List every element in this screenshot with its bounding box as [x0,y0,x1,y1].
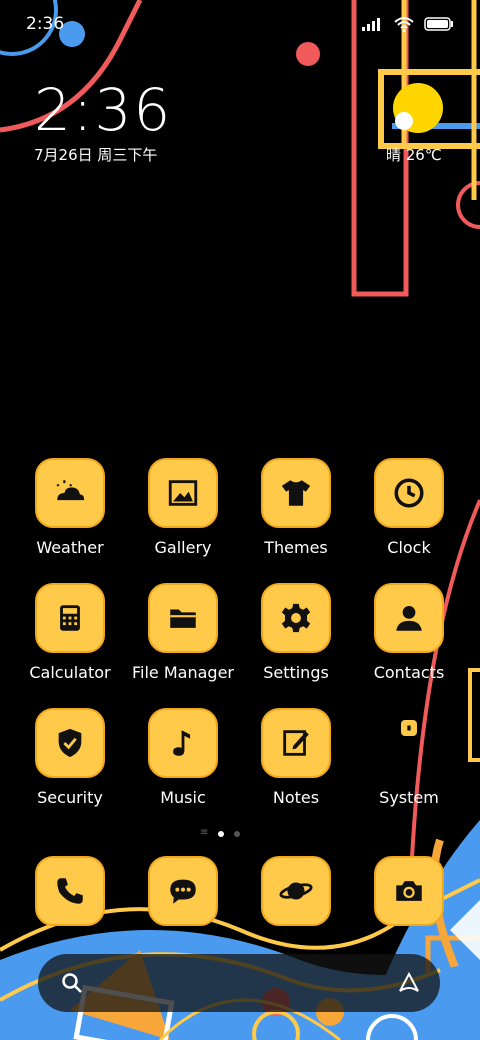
app-tile [35,458,105,528]
app-tile [261,583,331,653]
weather-widget-text: 晴 26℃ [386,146,442,164]
app-tile [35,856,105,926]
status-time: 2:36 [26,14,65,34]
assistant-icon[interactable] [396,971,422,995]
battery-icon [424,17,453,31]
app-file-manager[interactable]: File Manager [127,583,239,682]
contact-icon [396,605,422,631]
app-tile [35,708,105,778]
app-label: Notes [272,788,320,807]
clock-widget-time: 2:36 [34,76,173,144]
app-weather[interactable]: Weather [14,458,126,557]
dock-messages[interactable] [127,856,239,926]
status-icons [362,16,454,32]
app-label: Contacts [373,663,445,682]
clock-widget-date: 7月26日 周三下午 [34,146,158,164]
app-tile [261,708,331,778]
app-security[interactable]: Security [14,708,126,807]
themes-icon [281,480,311,506]
message-icon [170,879,196,904]
wifi-icon [394,17,414,32]
search-bar[interactable] [38,954,440,1012]
notes-icon [283,730,309,756]
calculator-icon [60,605,80,631]
folder-container [374,708,444,778]
app-label: Security [37,788,103,807]
app-tile [148,708,218,778]
folder-mini-icon [401,720,417,736]
app-label: Clock [387,538,431,557]
app-tile [374,583,444,653]
dock-camera[interactable] [353,856,465,926]
app-contacts[interactable]: Contacts [353,583,465,682]
signal-icon [362,18,380,31]
app-label: System [379,788,439,807]
app-label: Weather [36,538,104,557]
app-tile [374,458,444,528]
app-tile [35,583,105,653]
menu-icon: ≡ [200,827,209,838]
shield-icon [58,728,82,758]
app-tile [261,458,331,528]
app-label: File Manager [132,663,234,682]
camera-icon [396,881,422,901]
music-note-icon [173,730,191,756]
app-label: Gallery [154,538,212,557]
clock-widget[interactable]: 2:36 7月26日 周三下午 [34,78,172,165]
app-label: Settings [263,663,329,682]
search-icon [62,973,82,993]
dock-phone[interactable] [14,856,126,926]
app-clock[interactable]: Clock [353,458,465,557]
browser-icon [279,882,313,900]
gear-icon [281,603,311,633]
app-settings[interactable]: Settings [240,583,352,682]
clock-icon [394,478,424,508]
app-tile [374,856,444,926]
app-gallery[interactable]: Gallery [127,458,239,557]
status-bar: 2:36 [0,0,480,50]
app-label: Music [160,788,206,807]
app-label: Themes [264,538,328,557]
weather-widget[interactable]: 晴 26℃ [386,144,442,165]
page-dot [234,831,240,837]
weather-icon [56,480,85,501]
app-tile [148,583,218,653]
app-themes[interactable]: Themes [240,458,352,557]
phone-icon [57,878,83,904]
gallery-icon [168,480,198,506]
app-music[interactable]: Music [127,708,239,807]
app-tile [148,458,218,528]
page-dot-active [218,831,224,837]
app-system-folder[interactable]: System [353,708,465,807]
app-tile [148,856,218,926]
dock-browser[interactable] [240,856,352,926]
folder-icon [170,609,196,628]
app-label: Calculator [29,663,111,682]
app-calculator[interactable]: Calculator [14,583,126,682]
page-indicator[interactable]: ≡ [200,827,240,838]
folder-icon [407,725,411,731]
app-notes[interactable]: Notes [240,708,352,807]
app-tile [261,856,331,926]
